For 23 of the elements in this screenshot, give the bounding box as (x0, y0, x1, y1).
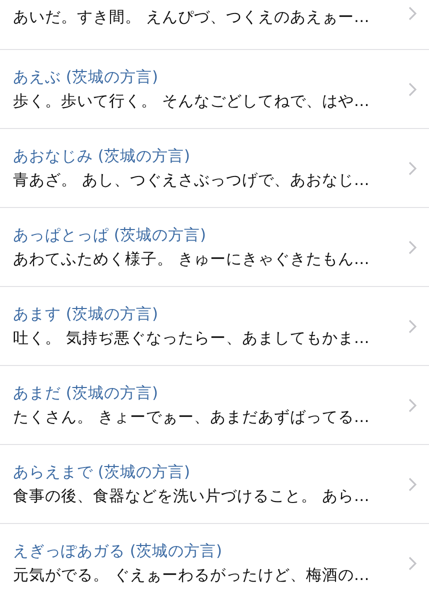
entry-definition: 歩く。歩いて行く。 そんなごどしてねで、はや… (13, 91, 370, 112)
chevron-right-icon (408, 6, 417, 21)
chevron-right-icon (408, 160, 417, 176)
entry-title: あらえまで (茨城の方言) (13, 462, 192, 483)
entry-title: あっぱとっぱ (茨城の方言) (13, 225, 208, 246)
entry-title: あまだ (茨城の方言) (13, 383, 160, 404)
chevron-right-icon (408, 82, 417, 96)
entry-definition: 吐く。 気持ぢ悪ぐなったらー、あましてもかま… (13, 328, 370, 349)
chevron-right-icon (408, 240, 417, 254)
chevron-right-icon (408, 398, 417, 412)
entry-title: あおなじみ (茨城の方言) (13, 146, 192, 167)
chevron-right-icon (408, 556, 417, 570)
entry-definition: 食事の後、食器などを洗い片づけること。 あら… (13, 486, 370, 507)
chevron-right-icon (408, 318, 417, 334)
entry-title: えぎっぽあガる (茨城の方言) (13, 541, 224, 562)
entry-definition: 元気がでる。 ぐえぁーわるがったけど、梅酒の… (13, 565, 370, 586)
entry-definition: 青あざ。 あし、つぐえさぶっつげで、あおなじ… (13, 170, 370, 191)
entry-title: あます (茨城の方言) (13, 304, 160, 325)
entry-definition: たくさん。 きょーでぁー、あまだあずばってる… (13, 407, 370, 428)
chevron-right-icon (408, 476, 417, 492)
entry-title: あえぶ (茨城の方言) (13, 67, 160, 88)
entry-definition: あわてふためく様子。 きゅーにきゃぐきたもん… (13, 249, 370, 270)
entry-definition: あいだ。すき間。 えんぴづ、つくえのあえぁー… (13, 7, 370, 28)
